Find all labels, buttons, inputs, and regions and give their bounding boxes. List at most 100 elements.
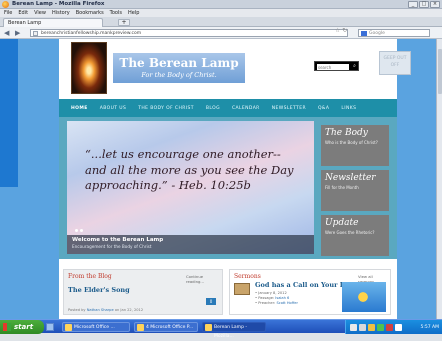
nav-about-us[interactable]: ABOUT US bbox=[100, 106, 126, 111]
back-icon[interactable]: ◀ bbox=[4, 29, 9, 37]
minimize-icon[interactable]: _ bbox=[408, 1, 418, 8]
post-date: on Jan 22, 2012 bbox=[115, 308, 143, 312]
sidebar-box-body[interactable]: The Body Who is the Body of Christ? bbox=[321, 125, 389, 166]
sermons-panel: Sermons View all sermons God has a Call … bbox=[229, 269, 391, 315]
comment-count-badge[interactable]: 0 bbox=[206, 298, 216, 305]
menu-bookmarks[interactable]: Bookmarks bbox=[76, 9, 104, 17]
taskbar-item-firefox[interactable]: Berean Lamp - Mozilla... bbox=[202, 322, 266, 332]
app-icon bbox=[65, 324, 72, 331]
site-logo[interactable]: The Berean Lamp For the Body of Christ. bbox=[113, 53, 245, 83]
slider-dots[interactable] bbox=[75, 229, 83, 232]
sidebar-box-newsletter[interactable]: Newsletter Fill for the Month bbox=[321, 170, 389, 211]
nav-body-of-christ[interactable]: THE BODY OF CHRIST bbox=[138, 106, 194, 111]
security-icon[interactable] bbox=[377, 324, 384, 331]
sermon-book-icon bbox=[234, 283, 250, 295]
sermon-passage: • Passage: Isaiah 6 bbox=[255, 296, 289, 300]
quicklaunch-icon[interactable] bbox=[46, 323, 54, 331]
system-tray: 5:57 AM bbox=[345, 320, 442, 334]
firefox-icon bbox=[205, 324, 212, 331]
blog-heading: From the Blog bbox=[68, 273, 112, 280]
network-icon[interactable] bbox=[368, 324, 375, 331]
taskbar-item-office[interactable]: Microsoft Office ... bbox=[62, 322, 130, 332]
url-bar[interactable]: bereanchristianfellowship.mankpreview.co… bbox=[30, 29, 348, 37]
tab-berean-lamp[interactable]: Berean Lamp bbox=[3, 18, 103, 27]
nav-links[interactable]: LINKS bbox=[341, 106, 356, 111]
site-search-box: ⌕ bbox=[314, 61, 359, 71]
left-blue-panel bbox=[0, 39, 18, 187]
site-search-input[interactable] bbox=[317, 64, 349, 70]
sermon-date: • January 8, 2012 bbox=[255, 291, 287, 295]
vertical-scrollbar[interactable] bbox=[436, 39, 442, 319]
caption-title: Welcome to the Berean Lamp bbox=[72, 237, 309, 243]
passage-link[interactable]: Isaiah 6 bbox=[275, 296, 289, 300]
taskbar: start Microsoft Office ... 4 Microsoft O… bbox=[0, 319, 442, 333]
sermon-title[interactable]: God has a Call on Your Life bbox=[255, 281, 354, 289]
new-tab-button[interactable]: + bbox=[118, 19, 130, 26]
page-viewport: The Berean Lamp For the Body of Christ. … bbox=[0, 39, 442, 319]
continue-reading-link[interactable]: Continue reading... bbox=[186, 274, 222, 284]
ghost-line-2: OFF bbox=[380, 62, 410, 69]
sermons-heading: Sermons bbox=[234, 273, 261, 280]
forward-icon[interactable]: ▶ bbox=[15, 29, 20, 37]
scrollbar-thumb[interactable] bbox=[438, 49, 442, 94]
browser-search-input[interactable]: Google bbox=[358, 29, 430, 37]
browser-search-placeholder: Google bbox=[369, 31, 385, 36]
windows-logo-icon bbox=[3, 323, 11, 331]
alert-icon[interactable] bbox=[386, 324, 393, 331]
search-icon[interactable]: ⌕ bbox=[351, 63, 358, 70]
blog-panel: From the Blog Continue reading... The El… bbox=[63, 269, 223, 315]
menu-tools[interactable]: Tools bbox=[110, 9, 122, 17]
nav-blog[interactable]: BLOG bbox=[206, 106, 220, 111]
sidebar-subtitle: Were Goes the Rhetoric? bbox=[325, 230, 385, 235]
start-label: start bbox=[14, 323, 33, 331]
passage-label: • Passage: bbox=[255, 296, 274, 300]
sidebar-title: The Body bbox=[325, 128, 385, 138]
task-label: 4 Microsoft Office P... bbox=[146, 325, 193, 330]
author-link[interactable]: Nathan Sharpe bbox=[87, 308, 114, 312]
menu-file[interactable]: File bbox=[4, 9, 12, 17]
window-titlebar: Berean Lamp - Mozilla Firefox _ □ × bbox=[0, 0, 442, 9]
page-icon bbox=[33, 31, 38, 36]
logo-title: The Berean Lamp bbox=[113, 56, 245, 70]
sidebar-box-update[interactable]: Update Were Goes the Rhetoric? bbox=[321, 215, 389, 256]
logo-tagline: For the Body of Christ. bbox=[113, 71, 245, 79]
nav-calendar[interactable]: CALENDAR bbox=[232, 106, 260, 111]
blog-post-title[interactable]: The Elder's Song bbox=[68, 286, 130, 294]
sidebar-title: Newsletter bbox=[325, 173, 385, 183]
clock: 5:57 AM bbox=[421, 325, 442, 330]
menu-history[interactable]: History bbox=[52, 9, 70, 17]
caption-subtitle: Encouragement for the Body of Christ bbox=[72, 244, 309, 249]
volume-icon[interactable] bbox=[359, 324, 366, 331]
taskbar-item-office-p[interactable]: 4 Microsoft Office P... bbox=[134, 322, 198, 332]
slide-quote: “...let us encourage one another-- and a… bbox=[85, 147, 300, 194]
sidebar-subtitle: Who is the Body of Christ? bbox=[325, 140, 385, 145]
sidebar-subtitle: Fill for the Month bbox=[325, 185, 385, 190]
menu-edit[interactable]: Edit bbox=[18, 9, 28, 17]
bookmark-star-icon[interactable]: ☆ ↻ bbox=[335, 27, 347, 34]
tab-bar: Berean Lamp + bbox=[0, 17, 442, 27]
candle-logo-image bbox=[71, 42, 107, 94]
app-icon bbox=[137, 324, 144, 331]
nav-newsletter[interactable]: NEWSLETTER bbox=[272, 106, 306, 111]
url-text: bereanchristianfellowship.mankpreview.co… bbox=[41, 31, 141, 36]
slide-caption: Welcome to the Berean Lamp Encouragement… bbox=[67, 235, 314, 254]
start-button[interactable]: start bbox=[0, 320, 44, 334]
maximize-icon[interactable]: □ bbox=[419, 1, 429, 8]
tray-app-icon[interactable] bbox=[395, 324, 402, 331]
site-nav: HOME ABOUT US THE BODY OF CHRIST BLOG CA… bbox=[59, 99, 397, 117]
navigation-toolbar: ◀ ▶ bereanchristianfellowship.mankprevie… bbox=[0, 27, 442, 39]
nav-home[interactable]: HOME bbox=[71, 106, 88, 111]
lower-content: From the Blog Continue reading... The El… bbox=[59, 265, 397, 319]
quick-launch bbox=[46, 323, 54, 331]
menu-view[interactable]: View bbox=[34, 9, 46, 17]
site-header: The Berean Lamp For the Body of Christ. … bbox=[59, 39, 397, 98]
menu-help[interactable]: Help bbox=[128, 9, 139, 17]
site-page: The Berean Lamp For the Body of Christ. … bbox=[59, 39, 397, 319]
ghost-badge: GEEP OUT OFF bbox=[379, 51, 411, 75]
help-icon[interactable] bbox=[350, 324, 357, 331]
nav-qa[interactable]: Q&A bbox=[318, 106, 329, 111]
sidebar-title: Update bbox=[325, 218, 385, 228]
close-icon[interactable]: × bbox=[430, 1, 440, 8]
firefox-icon bbox=[2, 1, 9, 8]
preacher-link[interactable]: Scott Hoffer bbox=[276, 301, 297, 305]
